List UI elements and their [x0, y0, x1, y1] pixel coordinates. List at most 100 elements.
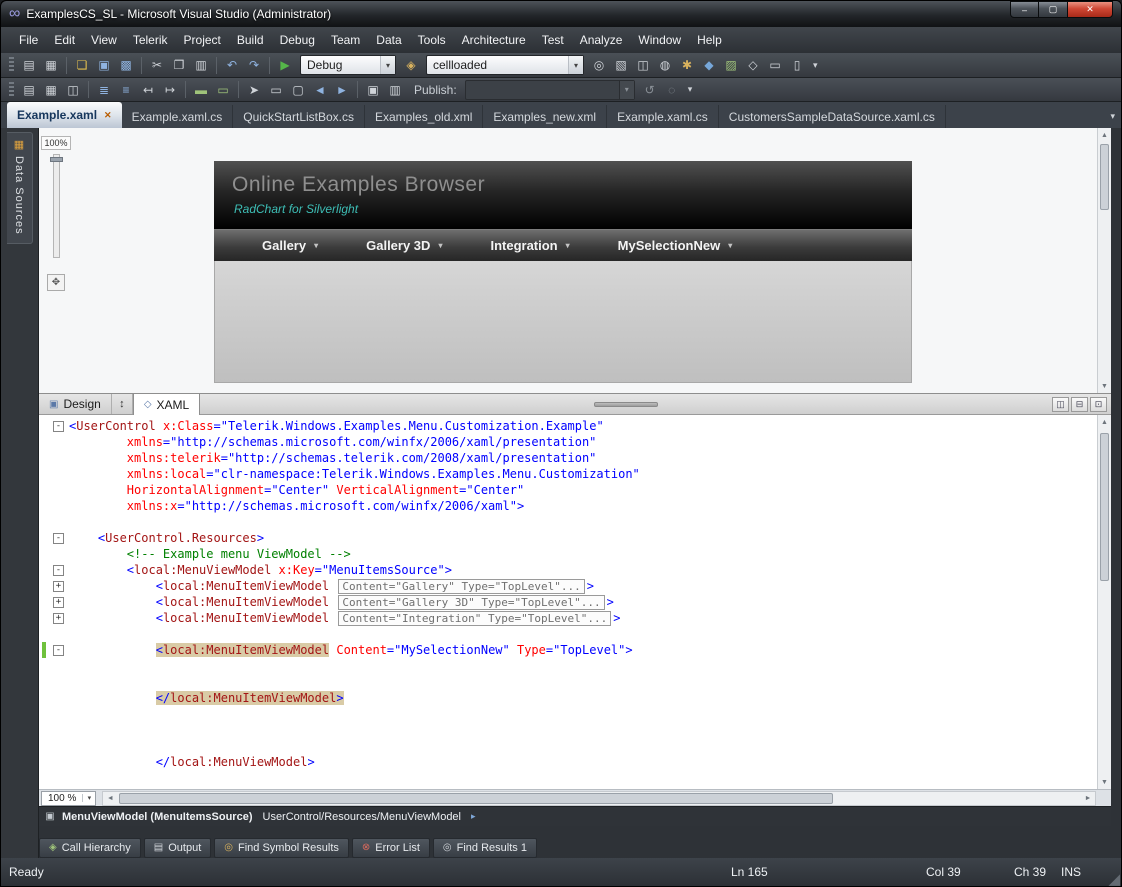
design-view-tab[interactable]: ▣ Design	[39, 394, 111, 414]
menu-debug[interactable]: Debug	[272, 29, 323, 51]
find-in-files-icon[interactable]: ◈	[400, 55, 422, 76]
menu-edit[interactable]: Edit	[46, 29, 83, 51]
code-line[interactable]: + <local:MenuItemViewModel Content="Inte…	[39, 610, 1097, 626]
code-line[interactable]: </local:MenuViewModel>	[39, 754, 1097, 770]
code-line[interactable]	[39, 738, 1097, 754]
collapsed-region-box[interactable]: Content="Gallery" Type="TopLevel"...	[338, 578, 585, 594]
collapse-pane-button[interactable]: ⊡	[1090, 396, 1107, 412]
collapsed-region-box[interactable]: Content="Integration" Type="TopLevel"...	[338, 610, 612, 626]
panel-tab-find-results-1[interactable]: ◎ Find Results 1	[432, 837, 537, 858]
design-menu-gallery-3d[interactable]: Gallery 3D ▾	[366, 238, 442, 253]
combo-arrow-icon[interactable]: ▾	[380, 56, 395, 74]
menu-file[interactable]: File	[11, 29, 46, 51]
splitter-grip-handle[interactable]	[594, 401, 659, 407]
code-line[interactable]	[39, 514, 1097, 530]
code-line[interactable]	[39, 722, 1097, 738]
toolbox-icon[interactable]: ✱	[676, 55, 698, 76]
rounded-rectangle-tool-icon[interactable]: ▢	[287, 79, 309, 100]
split-vertical-button[interactable]: ◫	[1052, 396, 1069, 412]
align-icon[interactable]: ▥	[384, 79, 406, 100]
increase-indent-icon[interactable]: ↦	[159, 79, 181, 100]
zoom-slider-thumb[interactable]	[49, 157, 63, 162]
publish-combo[interactable]: ▾	[464, 79, 635, 100]
code-line[interactable]: - <local:MenuViewModel x:Key="MenuItemsS…	[39, 562, 1097, 578]
tab-example-xaml-cs[interactable]: Example.xaml.cs	[122, 105, 234, 128]
collapse-region-icon[interactable]: -	[53, 564, 64, 576]
next-element-icon[interactable]: ►	[331, 79, 353, 100]
find-combo[interactable]: cellloaded ▾	[426, 55, 584, 75]
menu-telerik[interactable]: Telerik	[125, 29, 176, 51]
menu-project[interactable]: Project	[176, 29, 229, 51]
cut-icon[interactable]: ✂	[146, 55, 168, 76]
expand-region-icon[interactable]: +	[53, 580, 64, 592]
breadcrumb-element-name[interactable]: MenuViewModel (MenuItemsSource)	[62, 811, 253, 823]
scroll-up-icon[interactable]: ▲	[1098, 415, 1111, 429]
collapsed-region-box[interactable]: Content="Gallery 3D" Type="TopLevel"...	[338, 594, 605, 610]
save-icon[interactable]: ▣	[93, 55, 115, 76]
code-line[interactable]: + <local:MenuItemViewModel Content="Gall…	[39, 594, 1097, 610]
command-window-icon[interactable]: ▭	[764, 55, 786, 76]
breadcrumb-arrow-icon[interactable]: ▸	[471, 811, 476, 822]
code-line[interactable]: xmlns:x="http://schemas.microsoft.com/wi…	[39, 498, 1097, 514]
extension-manager-icon[interactable]: ▨	[720, 55, 742, 76]
paste-icon[interactable]: ▥	[190, 55, 212, 76]
maximize-button[interactable]: ▢	[1039, 1, 1067, 18]
open-file-icon[interactable]: ❏	[71, 55, 93, 76]
code-line[interactable]	[39, 626, 1097, 642]
document-list-chevron-icon[interactable]: ▾	[1106, 111, 1121, 128]
menu-architecture[interactable]: Architecture	[454, 29, 534, 51]
panel-tab-output[interactable]: ▤ Output	[143, 837, 212, 858]
menu-help[interactable]: Help	[689, 29, 730, 51]
design-menu-myselectionnew[interactable]: MySelectionNew ▾	[618, 238, 733, 253]
toolbar-grip[interactable]	[9, 81, 14, 98]
resize-grip-icon[interactable]: ◢	[1108, 872, 1120, 886]
collapse-region-icon[interactable]: -	[53, 420, 64, 432]
design-zoom-value[interactable]: 100%	[41, 136, 71, 150]
rectangle-tool-icon[interactable]: ▭	[265, 79, 287, 100]
design-zoom-slider[interactable]	[49, 154, 63, 258]
scrollbar-thumb[interactable]	[1100, 144, 1109, 210]
toolbar-overflow-chevron-icon[interactable]: ▾	[808, 60, 823, 71]
scroll-left-icon[interactable]: ◄	[103, 792, 117, 805]
tab-example-xaml-cs[interactable]: Example.xaml.cs	[607, 105, 719, 128]
code-line[interactable]: xmlns:telerik="http://schemas.telerik.co…	[39, 450, 1097, 466]
decrease-indent-icon[interactable]: ↤	[137, 79, 159, 100]
publish-icon[interactable]: ↺	[639, 79, 661, 100]
code-line[interactable]: xmlns="http://schemas.microsoft.com/winf…	[39, 434, 1097, 450]
format-selection-icon[interactable]: ≡	[115, 79, 137, 100]
editor-vertical-scrollbar[interactable]: ▲ ▼	[1097, 415, 1111, 789]
tab-examples-new-xml[interactable]: Examples_new.xml	[483, 105, 608, 128]
breadcrumb-path[interactable]: UserControl/Resources/MenuViewModel	[263, 811, 462, 823]
scroll-right-icon[interactable]: ►	[1081, 792, 1095, 805]
code-line[interactable]: </local:MenuItemViewModel>	[39, 690, 1097, 706]
new-project-icon[interactable]: ▤	[18, 55, 40, 76]
code-line[interactable]: - <UserControl x:Class="Telerik.Windows.E…	[39, 418, 1097, 434]
design-surface[interactable]: 100% ✥ Online Examples Browser RadChart …	[39, 128, 1111, 393]
tab-customerssampledatasource-xaml-cs[interactable]: CustomersSampleDataSource.xaml.cs	[719, 105, 946, 128]
immediate-window-icon[interactable]: ▯	[786, 55, 808, 76]
code-line[interactable]: <!-- Example menu ViewModel -->	[39, 546, 1097, 562]
relationships-icon[interactable]: ◫	[62, 79, 84, 100]
panel-tab-call-hierarchy[interactable]: ◈ Call Hierarchy	[39, 837, 141, 858]
uncomment-icon[interactable]: ▭	[212, 79, 234, 100]
format-document-icon[interactable]: ≣	[93, 79, 115, 100]
title-bar[interactable]: ∞ ExamplesCS_SL - Microsoft Visual Studi…	[1, 1, 1121, 27]
scroll-up-icon[interactable]: ▲	[1098, 128, 1111, 142]
tab-quickstartlistbox-cs[interactable]: QuickStartListBox.cs	[233, 105, 365, 128]
xaml-view-tab[interactable]: ◇ XAML	[132, 394, 201, 415]
scrollbar-thumb[interactable]	[1100, 433, 1109, 581]
code-line[interactable]	[39, 674, 1097, 690]
close-button[interactable]: ✕	[1067, 1, 1113, 18]
menu-data[interactable]: Data	[368, 29, 409, 51]
add-item-icon[interactable]: ▦	[40, 55, 62, 76]
find-symbol-icon[interactable]: ◎	[588, 55, 610, 76]
refresh-icon[interactable]: ◌	[661, 79, 683, 100]
design-menu-gallery[interactable]: Gallery ▾	[262, 238, 318, 253]
pointer-tool-icon[interactable]: ➤	[243, 79, 265, 100]
object-browser-icon[interactable]: ◍	[654, 55, 676, 76]
fit-to-screen-button[interactable]: ✥	[47, 274, 65, 291]
editor-zoom-combo[interactable]: 100 % ▾	[41, 790, 97, 806]
menu-build[interactable]: Build	[229, 29, 272, 51]
code-area[interactable]: - <UserControl x:Class="Telerik.Windows.E…	[39, 415, 1097, 789]
expand-region-icon[interactable]: +	[53, 596, 64, 608]
